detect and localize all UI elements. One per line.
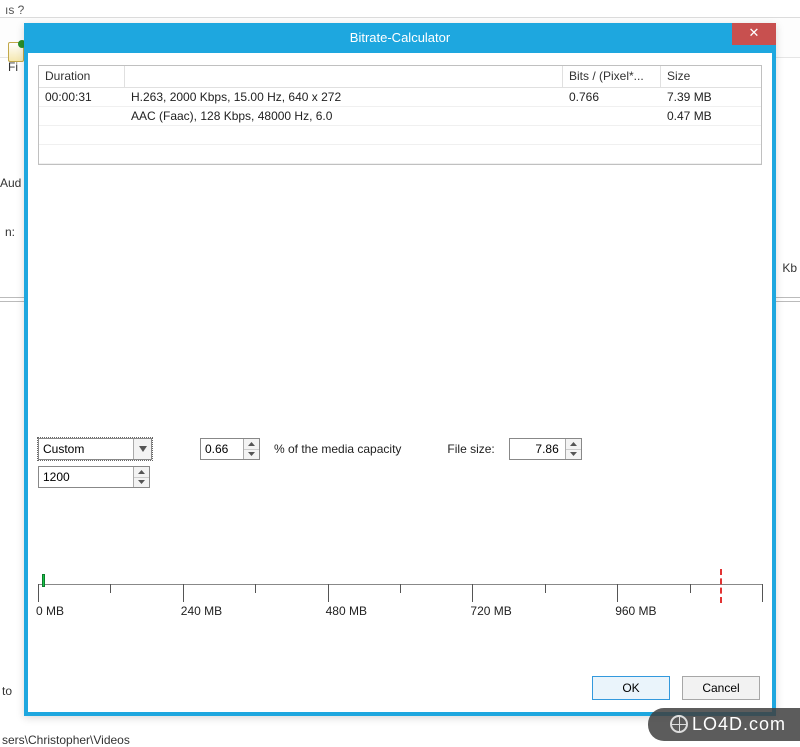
cell-size: 7.39 MB — [661, 88, 761, 106]
close-icon: ✕ — [749, 25, 760, 40]
ruler-tick-major — [183, 584, 184, 602]
ruler-tick-minor — [110, 584, 111, 593]
cell-duration: 00:00:31 — [39, 88, 125, 106]
close-button[interactable]: ✕ — [732, 23, 776, 45]
cell-size: 0.47 MB — [661, 107, 761, 125]
controls-row-1: Custom % of the media capacity File size… — [38, 438, 762, 460]
controls-row-2 — [38, 466, 150, 488]
ruler-limit-marker — [720, 569, 722, 603]
bitrate-calculator-dialog: Bitrate-Calculator ✕ Duration Bits / (Pi… — [24, 23, 776, 716]
table-row[interactable]: AAC (Faac), 128 Kbps, 48000 Hz, 6.0 0.47… — [39, 107, 761, 126]
table-row — [39, 126, 761, 145]
ruler-tick-major — [472, 584, 473, 602]
filesize-label: File size: — [447, 442, 494, 456]
parent-label-fi: Fi — [8, 60, 18, 74]
dialog-content: Duration Bits / (Pixel*... Size 00:00:31… — [28, 53, 772, 712]
ruler-tick-minor — [255, 584, 256, 593]
file-icon — [8, 42, 24, 62]
col-header-duration[interactable]: Duration — [39, 66, 125, 87]
bitrate-input[interactable] — [39, 467, 133, 487]
table-header-row: Duration Bits / (Pixel*... Size — [39, 66, 761, 88]
parent-menu-fragment: ıs ? — [5, 3, 24, 17]
percent-spinner[interactable] — [200, 438, 260, 460]
dialog-titlebar[interactable]: Bitrate-Calculator ✕ — [28, 27, 772, 53]
dialog-title: Bitrate-Calculator — [350, 27, 450, 49]
ruler-tick-label: 240 MB — [181, 604, 222, 618]
watermark-text: LO4D.com — [692, 714, 786, 734]
spinner-up-icon[interactable] — [134, 467, 149, 478]
table-row[interactable]: 00:00:31 H.263, 2000 Kbps, 15.00 Hz, 640… — [39, 88, 761, 107]
col-header-bits[interactable]: Bits / (Pixel*... — [563, 66, 661, 87]
ruler-tick-minor — [690, 584, 691, 593]
cell-description: AAC (Faac), 128 Kbps, 48000 Hz, 6.0 — [125, 107, 563, 125]
ruler-tick-label: 0 MB — [36, 604, 64, 618]
ruler-tick-major — [762, 584, 763, 602]
parent-path-fragment: sers\Christopher\Videos — [2, 733, 130, 747]
ruler-tick-minor — [545, 584, 546, 593]
globe-icon — [670, 715, 688, 733]
cell-duration — [39, 107, 125, 125]
ruler-tick-major — [617, 584, 618, 602]
capacity-ruler[interactable]: 0 MB 240 MB 480 MB 720 MB 960 MB — [38, 584, 762, 644]
ruler-tick-label: 480 MB — [326, 604, 367, 618]
ruler-tick-minor — [400, 584, 401, 593]
spinner-up-icon[interactable] — [244, 439, 259, 450]
cancel-button[interactable]: Cancel — [682, 676, 760, 700]
table-body: 00:00:31 H.263, 2000 Kbps, 15.00 Hz, 640… — [39, 88, 761, 164]
chevron-down-icon — [133, 439, 151, 459]
watermark: LO4D.com — [648, 708, 800, 741]
cell-bits — [563, 107, 661, 125]
col-header-description[interactable] — [125, 66, 563, 87]
ruler-tick-major — [38, 584, 39, 602]
dialog-footer: OK Cancel — [592, 676, 760, 700]
parent-label-aud: Aud — [0, 176, 21, 190]
percent-input[interactable] — [201, 439, 243, 459]
spinner-up-icon[interactable] — [566, 439, 581, 450]
streams-table[interactable]: Duration Bits / (Pixel*... Size 00:00:31… — [38, 65, 762, 165]
spinner-down-icon[interactable] — [244, 450, 259, 460]
parent-label-n: n: — [5, 225, 15, 239]
spinner-down-icon[interactable] — [134, 478, 149, 488]
ok-button[interactable]: OK — [592, 676, 670, 700]
ruler-current-marker[interactable] — [42, 574, 45, 587]
parent-menubar — [0, 0, 800, 18]
percent-label: % of the media capacity — [274, 442, 401, 456]
preset-select[interactable]: Custom — [38, 438, 152, 460]
ruler-tick-label: 720 MB — [470, 604, 511, 618]
filesize-input[interactable] — [510, 439, 565, 459]
bitrate-spinner[interactable] — [38, 466, 150, 488]
parent-label-to: to — [2, 684, 12, 704]
ruler-tick-major — [328, 584, 329, 602]
table-row — [39, 145, 761, 164]
filesize-spinner[interactable] — [509, 438, 582, 460]
cell-description: H.263, 2000 Kbps, 15.00 Hz, 640 x 272 — [125, 88, 563, 106]
cell-bits: 0.766 — [563, 88, 661, 106]
col-header-size[interactable]: Size — [661, 66, 761, 87]
ruler-tick-label: 960 MB — [615, 604, 656, 618]
parent-label-kb: Kb — [782, 261, 797, 275]
preset-select-value: Custom — [39, 442, 133, 456]
spinner-down-icon[interactable] — [566, 450, 581, 460]
